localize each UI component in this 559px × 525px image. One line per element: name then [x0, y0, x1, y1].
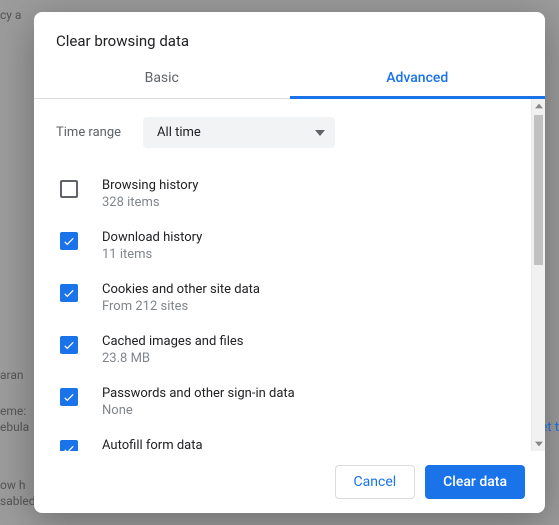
option-text: Passwords and other sign-in data None — [102, 386, 295, 418]
time-range-row: Time range All time — [56, 117, 509, 148]
option-sub: 23.8 MB — [102, 351, 243, 366]
option-text: Cached images and files 23.8 MB — [102, 334, 243, 366]
scroll-up-icon[interactable] — [532, 99, 545, 113]
checkbox-browsing-history[interactable] — [60, 180, 78, 198]
option-title: Browsing history — [102, 178, 198, 193]
checkbox-passwords[interactable] — [60, 388, 78, 406]
checkbox-autofill[interactable] — [60, 440, 78, 451]
caret-down-icon — [315, 125, 325, 140]
option-browsing-history[interactable]: Browsing history 328 items — [56, 168, 509, 220]
dialog-footer: Cancel Clear data — [34, 451, 545, 513]
time-range-select[interactable]: All time — [143, 117, 335, 148]
scroll-content: Time range All time Browsing history 328… — [34, 99, 531, 451]
option-title: Download history — [102, 230, 202, 245]
dialog-body: Time range All time Browsing history 328… — [34, 99, 545, 451]
scrollbar[interactable] — [531, 99, 545, 451]
tab-advanced[interactable]: Advanced — [290, 60, 546, 98]
checkbox-cookies[interactable] — [60, 284, 78, 302]
option-cookies[interactable]: Cookies and other site data From 212 sit… — [56, 272, 509, 324]
option-sub: From 212 sites — [102, 299, 260, 314]
option-sub: 11 items — [102, 247, 202, 262]
checkbox-download-history[interactable] — [60, 232, 78, 250]
option-passwords[interactable]: Passwords and other sign-in data None — [56, 376, 509, 428]
scroll-down-icon[interactable] — [532, 437, 545, 451]
option-download-history[interactable]: Download history 11 items — [56, 220, 509, 272]
option-title: Cached images and files — [102, 334, 243, 349]
option-title: Passwords and other sign-in data — [102, 386, 295, 401]
time-range-label: Time range — [56, 125, 121, 140]
dialog-title: Clear browsing data — [34, 12, 545, 60]
option-title: Autofill form data — [102, 438, 203, 451]
option-title: Cookies and other site data — [102, 282, 260, 297]
option-cache[interactable]: Cached images and files 23.8 MB — [56, 324, 509, 376]
option-sub: 328 items — [102, 195, 198, 210]
clear-browsing-data-dialog: Clear browsing data Basic Advanced Time … — [34, 12, 545, 513]
tabs: Basic Advanced — [34, 60, 545, 99]
option-autofill[interactable]: Autofill form data — [56, 428, 509, 451]
checkbox-cache[interactable] — [60, 336, 78, 354]
clear-data-button[interactable]: Clear data — [425, 465, 525, 499]
option-text: Download history 11 items — [102, 230, 202, 262]
scrollbar-thumb[interactable] — [534, 115, 543, 265]
option-text: Browsing history 328 items — [102, 178, 198, 210]
time-range-value: All time — [157, 125, 201, 140]
option-text: Cookies and other site data From 212 sit… — [102, 282, 260, 314]
option-text: Autofill form data — [102, 438, 203, 451]
cancel-button[interactable]: Cancel — [335, 465, 416, 499]
tab-basic[interactable]: Basic — [34, 60, 290, 98]
option-sub: None — [102, 403, 295, 418]
